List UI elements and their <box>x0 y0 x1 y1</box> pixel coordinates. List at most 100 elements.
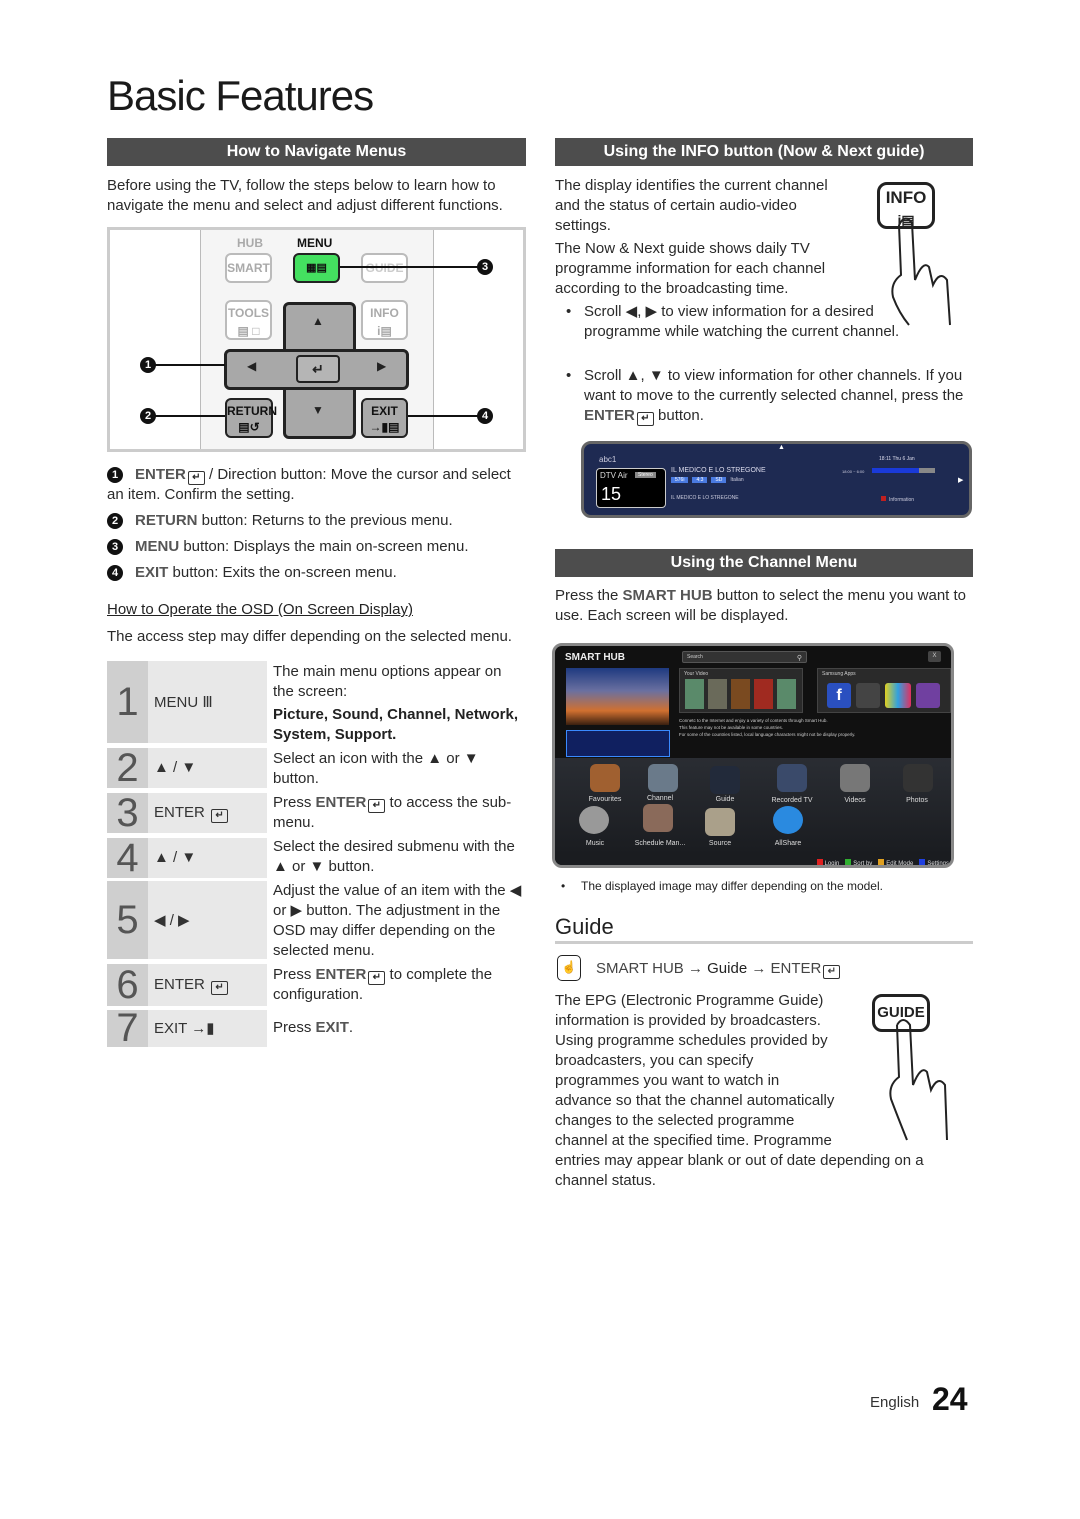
app-label: Channel <box>646 795 674 802</box>
progress-bar <box>872 468 935 473</box>
step-row: 2 ▲ / ▼ <box>107 748 267 788</box>
step-key: ENTER ↵ <box>154 976 229 995</box>
video-thumbnail[interactable] <box>777 679 796 709</box>
footer-label: Login <box>824 861 840 867</box>
facebook-app-icon[interactable]: f <box>827 683 851 708</box>
menu-icon: ▦▤ <box>306 262 327 274</box>
section-header-channel-menu: Using the Channel Menu <box>555 549 973 577</box>
legend-num: 4 <box>107 565 123 581</box>
bullet2-text: Scroll ▲, ▼ to view information for othe… <box>584 367 964 404</box>
step-desc: Select the desired submenu with the ▲ or… <box>273 838 515 875</box>
hub-message-1: Connetc to the Internet and enjoy a vari… <box>679 718 828 723</box>
audio-label: Stereo <box>635 472 656 478</box>
menu-button[interactable]: ▦▤ <box>293 253 340 283</box>
close-button[interactable]: X <box>928 651 941 662</box>
step-desc-key: EXIT <box>315 1019 349 1036</box>
legend-key: EXIT <box>135 564 169 581</box>
step-row: 5 ◀ / ▶ <box>107 881 267 959</box>
schedule-manager-icon[interactable] <box>643 804 673 832</box>
step-key: MENU Ⅲ <box>154 694 213 711</box>
smart-button[interactable]: SMART <box>225 253 272 283</box>
tag-aspect: 4:3 <box>692 477 708 483</box>
source-icon[interactable] <box>705 808 735 836</box>
step-row: 6 ENTER ↵ <box>107 964 267 1006</box>
step-desc: Press EXIT. <box>273 1018 523 1038</box>
guide-divider <box>555 941 973 944</box>
app-label: Videos <box>844 797 866 804</box>
video-thumbnail[interactable] <box>708 679 727 709</box>
right-arrow-button[interactable]: ▶ <box>377 359 386 373</box>
guide-icon[interactable] <box>710 766 740 794</box>
search-input[interactable]: Search ⚲ <box>682 651 807 663</box>
step-key: ◀ / ▶ <box>154 912 190 929</box>
enter-icon: ↵ <box>312 361 324 377</box>
recorded-tv-icon[interactable] <box>777 764 807 792</box>
exit-button[interactable]: EXIT →▮▤ <box>361 398 408 438</box>
step-row: 1 MENU Ⅲ <box>107 661 267 743</box>
app-icon[interactable] <box>916 683 940 708</box>
photos-icon[interactable] <box>903 764 933 792</box>
tag-resolution: 576i <box>671 477 689 483</box>
live-tv-preview[interactable] <box>566 668 669 725</box>
video-thumbnail[interactable] <box>731 679 750 709</box>
footer-settings[interactable]: Settings <box>919 859 949 867</box>
intro-pre: Press the <box>555 587 623 604</box>
up-arrow-button[interactable]: ▲ <box>312 314 324 328</box>
secondary-preview[interactable] <box>566 730 670 757</box>
bullet-dot: • <box>566 303 572 320</box>
samsung-apps-label: Samsung Apps <box>822 671 856 677</box>
callout-4: 4 <box>477 408 493 424</box>
left-arrow-button[interactable]: ◀ <box>247 359 256 373</box>
up-arrow-icon[interactable]: ▲ <box>778 444 785 451</box>
navigate-intro: Before using the TV, follow the steps be… <box>107 177 503 214</box>
info-p1: The display identifies the current chann… <box>555 177 828 234</box>
source-label: DTV Air <box>600 471 628 480</box>
step-number: 1 <box>107 661 148 743</box>
hub-message-3: For some of the countries listed, local … <box>679 732 856 737</box>
favourites-icon[interactable] <box>590 764 620 792</box>
channel-box: DTV Air Stereo 15 <box>596 468 666 508</box>
app-label: AllShare <box>774 840 802 847</box>
app-icon[interactable] <box>885 683 911 708</box>
tools-label: TOOLS <box>227 306 270 320</box>
search-placeholder: Search <box>687 654 703 660</box>
guide-text: The EPG (Electronic Programme Guide) inf… <box>555 991 950 1191</box>
return-button[interactable]: RETURN ▤↺ <box>225 398 277 438</box>
osd-note: The access step may differ depending on … <box>107 628 512 645</box>
footer-login[interactable]: Login <box>816 859 840 867</box>
music-icon[interactable] <box>579 806 609 834</box>
legend-num: 3 <box>107 539 123 555</box>
legend-key: ENTER <box>135 466 186 483</box>
step-row: 3 ENTER ↵ <box>107 793 267 833</box>
exit-icon: →▮▤ <box>369 420 400 434</box>
down-arrow-button[interactable]: ▼ <box>312 403 324 417</box>
callout-3: 3 <box>477 259 493 275</box>
tools-button[interactable]: TOOLS ▤ □ <box>225 300 272 340</box>
legend-item: 1 ENTER ↵ / Direction button: Move the cur… <box>107 465 526 505</box>
channel-number: 15 <box>601 484 622 504</box>
info-label: INFO <box>370 306 399 320</box>
right-arrow-icon[interactable]: ▶ <box>958 476 963 484</box>
step-number: 6 <box>107 964 148 1006</box>
footer-label: Settings <box>927 861 949 867</box>
now-next-banner: abc1 DTV Air Stereo 15 IL MEDICO E LO ST… <box>581 441 972 518</box>
guide-button[interactable]: GUIDE <box>361 253 408 283</box>
app-label: Music <box>585 840 605 847</box>
guide-path: SMART HUB → Guide → ENTER ↵ <box>596 959 841 979</box>
legend-item: 2 RETURN button: Returns to the previous … <box>107 511 526 531</box>
channel-icon[interactable] <box>648 764 678 792</box>
footer-edit-mode[interactable]: Edit Mode <box>878 859 913 865</box>
video-thumbnail[interactable] <box>685 679 704 709</box>
step-desc: Select an icon with the ▲ or ▼ button. <box>273 750 479 787</box>
video-thumbnail[interactable] <box>754 679 773 709</box>
step-number: 5 <box>107 881 148 959</box>
info-button[interactable]: INFO i▤ <box>361 300 408 340</box>
videos-icon[interactable] <box>840 764 870 792</box>
enter-icon: ↵ <box>368 799 386 813</box>
enter-button[interactable]: ↵ <box>296 355 340 383</box>
menu-options: Picture, Sound, Channel, Network, System… <box>273 706 519 743</box>
footer-sort-by[interactable]: Sort by <box>845 859 872 865</box>
allshare-icon[interactable] <box>773 806 803 834</box>
youtube-app-icon[interactable] <box>856 683 880 708</box>
info-hint-label: Information <box>889 497 915 503</box>
